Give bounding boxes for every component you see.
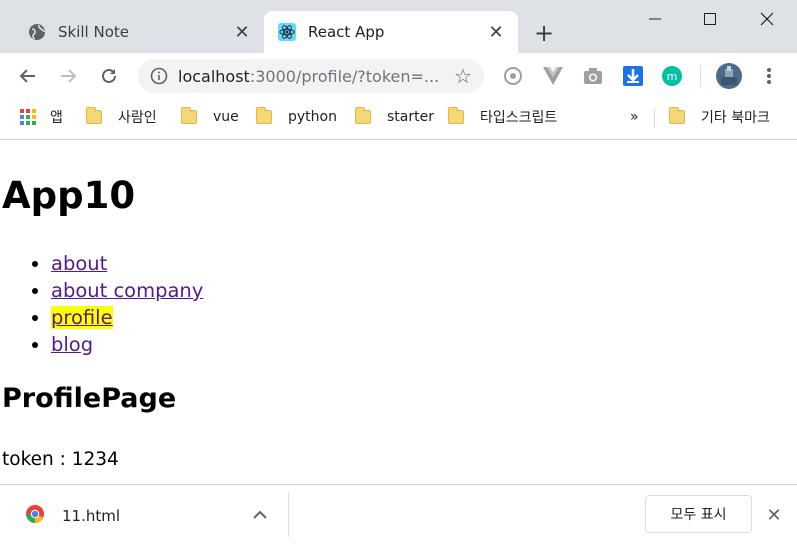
page-content: App10 about about company profile blog P… — [0, 140, 797, 484]
bookmark-folder-python[interactable]: python — [256, 106, 337, 128]
nav-link-blog[interactable]: blog — [51, 333, 93, 356]
maximize-button[interactable] — [681, 0, 739, 38]
close-tab-icon[interactable]: ✕ — [230, 20, 254, 44]
tab-title: React App — [308, 23, 385, 41]
vue-devtools-icon[interactable] — [542, 65, 564, 87]
bookmarks-bar: 앱 사람인 vue python starter 타입스크립트 » 기타 북마크 — [0, 100, 797, 140]
nav-link-profile[interactable]: profile — [51, 306, 113, 329]
url-host: localhost — [178, 66, 250, 86]
toolbar-divider — [700, 65, 701, 87]
close-window-button[interactable] — [738, 0, 796, 38]
bookmark-label: starter — [387, 109, 434, 125]
tab-title: Skill Note — [58, 23, 129, 41]
nav-item: profile — [51, 304, 203, 331]
bookmark-label: vue — [213, 109, 239, 125]
browser-toolbar: localhost:3000/profile/?token=... ☆ m — [0, 53, 797, 100]
avatar[interactable] — [716, 63, 742, 89]
forward-button[interactable] — [53, 61, 83, 91]
camera-icon[interactable] — [582, 65, 604, 87]
nav-link-about[interactable]: about — [51, 252, 107, 275]
folder-icon — [256, 107, 272, 124]
nav-item: about company — [51, 277, 203, 304]
forward-arrow-icon — [61, 69, 77, 83]
tab-skill-note[interactable]: Skill Note ✕ — [14, 11, 264, 53]
folder-icon — [448, 107, 464, 124]
minimize-icon — [649, 18, 661, 20]
folder-icon — [181, 107, 197, 124]
maximize-icon — [704, 13, 716, 25]
apps-grid-icon — [20, 109, 36, 125]
bookmarks-overflow-button[interactable]: » — [630, 106, 639, 128]
nav-link-about-company[interactable]: about company — [51, 279, 203, 302]
bookmark-folder-saramin[interactable]: 사람인 — [86, 106, 157, 128]
nav-list: about about company profile blog — [2, 250, 203, 358]
new-tab-button[interactable]: + — [532, 19, 556, 47]
tab-strip: Skill Note ✕ React App ✕ + — [0, 0, 797, 53]
bookmark-folder-vue[interactable]: vue — [181, 106, 239, 128]
folder-icon — [669, 107, 685, 124]
bookmark-folder-typescript[interactable]: 타입스크립트 — [448, 106, 557, 128]
bookmarks-divider — [654, 108, 655, 128]
download-extension-icon[interactable] — [622, 65, 644, 87]
download-file-name[interactable]: 11.html — [62, 507, 120, 525]
bookmark-label: 타입스크립트 — [480, 110, 558, 126]
chrome-file-icon — [25, 504, 47, 526]
url-text: localhost:3000/profile/?token=... — [178, 67, 443, 86]
svg-text:m: m — [667, 70, 678, 83]
bookmark-star-icon[interactable]: ☆ — [452, 64, 474, 88]
shelf-divider — [288, 493, 289, 537]
address-bar[interactable]: localhost:3000/profile/?token=... ☆ — [138, 59, 484, 93]
nav-item: about — [51, 250, 203, 277]
globe-icon — [28, 23, 46, 41]
chevron-double-right-icon: » — [630, 109, 639, 125]
tab-react-app[interactable]: React App ✕ — [264, 11, 518, 53]
bookmark-label: python — [288, 109, 337, 125]
reload-button[interactable] — [94, 61, 124, 91]
close-tab-icon[interactable]: ✕ — [484, 20, 508, 44]
react-icon — [278, 23, 296, 41]
show-all-button[interactable]: 모두 표시 — [645, 495, 752, 533]
bookmark-label: 앱 — [50, 110, 63, 126]
page-title: App10 — [2, 174, 136, 217]
minimize-button[interactable] — [626, 0, 684, 38]
extension-circle-icon[interactable] — [502, 65, 524, 87]
folder-icon — [86, 107, 102, 124]
download-shelf: 11.html 모두 표시 ✕ — [0, 484, 797, 545]
folder-icon — [355, 107, 371, 124]
url-path: :3000/profile/?token=... — [249, 66, 440, 86]
close-icon — [760, 12, 774, 26]
bookmark-apps[interactable]: 앱 — [20, 106, 63, 128]
token-text: token : 1234 — [2, 449, 119, 470]
back-button[interactable] — [13, 61, 43, 91]
bookmark-folder-other[interactable]: 기타 북마크 — [669, 106, 770, 128]
chevron-up-icon[interactable] — [248, 503, 272, 527]
section-title: ProfilePage — [2, 383, 177, 414]
m-extension-icon[interactable]: m — [661, 65, 683, 87]
more-menu-icon[interactable] — [758, 65, 780, 87]
close-shelf-icon[interactable]: ✕ — [762, 503, 786, 527]
site-info-icon[interactable] — [148, 65, 170, 87]
bookmark-label: 사람인 — [118, 110, 157, 126]
bookmark-folder-starter[interactable]: starter — [355, 106, 434, 128]
reload-icon — [102, 68, 116, 83]
bookmark-label: 기타 북마크 — [701, 110, 770, 126]
nav-item: blog — [51, 331, 203, 358]
back-arrow-icon — [19, 69, 35, 83]
